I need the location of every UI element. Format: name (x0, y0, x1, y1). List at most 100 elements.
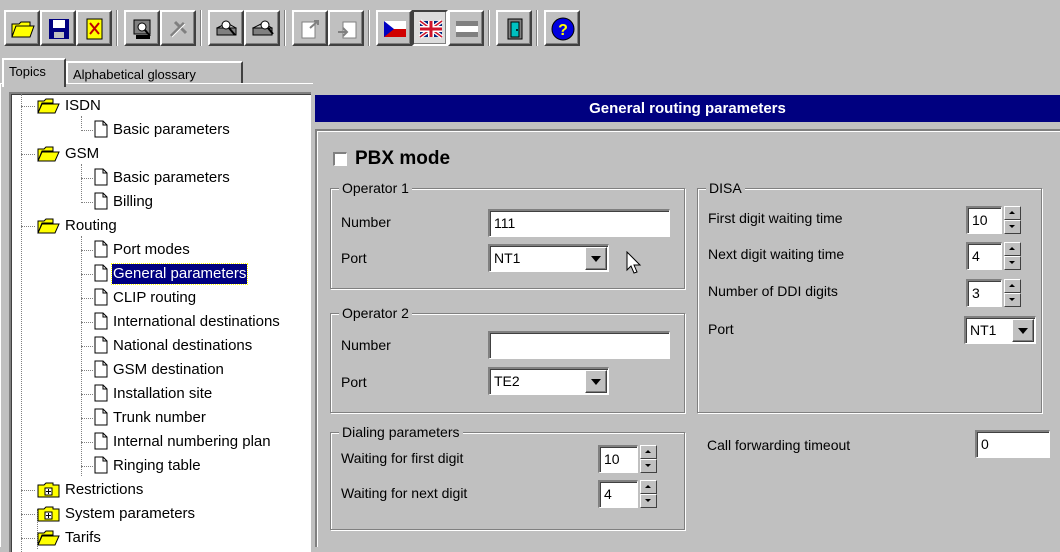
chevron-down-icon[interactable] (585, 247, 607, 270)
operator2-number-field[interactable] (488, 331, 670, 359)
dialing-parameters-group: Dialing parameters Waiting for first dig… (330, 423, 685, 530)
operator2-port-label: Port (341, 374, 367, 390)
spin-down-icon[interactable] (1004, 220, 1021, 234)
tree-connector (21, 514, 35, 515)
tree-item-label: International destinations (113, 313, 280, 330)
tree-connector (21, 94, 22, 552)
tree-connector (81, 202, 93, 203)
help-button[interactable]: ? (544, 10, 580, 46)
toolbar-separator (536, 10, 538, 46)
toolbar-separator (368, 10, 370, 46)
folder-open-icon (37, 98, 60, 114)
tree-item-label: Tarifs (65, 529, 101, 546)
disa-first-digit-field[interactable]: 10 (966, 206, 1002, 234)
operator2-group: Operator 2 Number Port TE2 (330, 304, 685, 413)
disa-first-digit-spinner[interactable] (1004, 206, 1021, 234)
disa-next-digit-spinner[interactable] (1004, 242, 1021, 270)
spin-up-icon[interactable] (1004, 206, 1021, 220)
page-icon (94, 432, 108, 450)
save-button[interactable] (40, 10, 76, 46)
tree-item-label: Trunk number (113, 409, 206, 426)
delete-file-button[interactable] (76, 10, 112, 46)
tab-topics[interactable]: Topics (2, 58, 66, 87)
page-icon (94, 408, 108, 426)
tree-item-label: CLIP routing (113, 289, 197, 306)
tools-button[interactable] (160, 10, 196, 46)
exit-button[interactable] (496, 10, 532, 46)
tree-item-label: Port modes (113, 241, 190, 258)
tools-disabled-icon (169, 20, 188, 38)
spin-up-icon[interactable] (640, 480, 657, 494)
tree-item-label: General parameters (110, 263, 249, 285)
tab-glossary-label: Alphabetical glossary (73, 67, 196, 82)
spin-down-icon[interactable] (640, 494, 657, 508)
spin-down-icon[interactable] (640, 459, 657, 473)
spin-up-icon[interactable] (1004, 242, 1021, 256)
other-language-button[interactable] (448, 10, 484, 46)
disa-port-value: NT1 (970, 322, 997, 338)
exit-door-icon (507, 18, 523, 40)
disa-port-select[interactable]: NT1 (964, 316, 1036, 344)
toolbar: ? (0, 0, 1060, 58)
open-button[interactable] (4, 10, 40, 46)
disa-port-label: Port (708, 321, 734, 337)
disa-next-digit-field[interactable]: 4 (966, 242, 1002, 270)
waiting-next-digit-spinner[interactable] (640, 480, 657, 508)
pbx-mode-checkbox[interactable] (333, 152, 347, 166)
routing-form: PBX mode Operator 1 Number 111 Port NT1 … (315, 129, 1060, 547)
waiting-next-digit-field[interactable]: 4 (598, 480, 638, 508)
tree-item-label: Billing (113, 193, 154, 210)
topics-panel: ISDN Basic parameters GSM Basic paramete… (0, 83, 313, 552)
spin-down-icon[interactable] (1004, 293, 1021, 307)
page-icon (94, 336, 108, 354)
disa-ddi-digits-spinner[interactable] (1004, 279, 1021, 307)
operator2-port-select[interactable]: TE2 (488, 367, 609, 395)
english-language-button[interactable] (412, 10, 448, 46)
find-button[interactable] (124, 10, 160, 46)
tree-connector (81, 466, 93, 467)
tree-connector (81, 274, 93, 275)
call-forwarding-timeout-field[interactable]: 0 (975, 430, 1050, 458)
topics-tree[interactable]: ISDN Basic parameters GSM Basic paramete… (9, 92, 311, 552)
disa-ddi-digits-field[interactable]: 3 (966, 279, 1002, 307)
disa-next-digit-label: Next digit waiting time (708, 246, 845, 262)
tree-item-label: GSM (65, 145, 100, 162)
folder-open-icon (37, 218, 60, 234)
chevron-down-icon[interactable] (585, 370, 607, 393)
operator2-legend: Operator 2 (339, 304, 412, 322)
uk-flag-icon (418, 19, 444, 39)
chevron-down-icon[interactable] (1012, 319, 1034, 342)
import-button[interactable] (328, 10, 364, 46)
content-panel: General routing parameters PBX mode Oper… (313, 93, 1060, 547)
operator1-number-field[interactable]: 111 (488, 209, 670, 237)
tree-item-label: ISDN (65, 97, 101, 114)
delete-file-icon (86, 18, 103, 40)
page-icon (94, 288, 108, 306)
waiting-first-digit-spinner[interactable] (640, 445, 657, 473)
czech-language-button[interactable] (376, 10, 412, 46)
folder-closed-icon (37, 506, 60, 522)
other-flag-icon (456, 21, 478, 37)
tree-item-label: Ringing table (113, 457, 201, 474)
spin-up-icon[interactable] (640, 445, 657, 459)
tree-item-label: System parameters (65, 505, 196, 522)
page-icon (94, 264, 108, 282)
device-search-2-button[interactable] (244, 10, 280, 46)
folder-closed-icon (37, 482, 60, 498)
tree-item-label: Internal numbering plan (113, 433, 271, 450)
export-button[interactable] (292, 10, 328, 46)
folder-open-icon (37, 146, 60, 162)
device-search-button[interactable] (208, 10, 244, 46)
operator1-legend: Operator 1 (339, 179, 412, 197)
folder-open-icon (37, 530, 60, 546)
spin-down-icon[interactable] (1004, 256, 1021, 270)
tree-item-label: Routing (65, 217, 117, 234)
waiting-first-digit-field[interactable]: 10 (598, 445, 638, 473)
operator1-port-value: NT1 (494, 250, 521, 266)
toolbar-separator (116, 10, 118, 46)
operator2-number-label: Number (341, 337, 391, 353)
spin-up-icon[interactable] (1004, 279, 1021, 293)
waiting-next-digit-label: Waiting for next digit (341, 485, 468, 501)
disa-legend: DISA (706, 179, 745, 197)
operator1-port-select[interactable]: NT1 (488, 244, 609, 272)
